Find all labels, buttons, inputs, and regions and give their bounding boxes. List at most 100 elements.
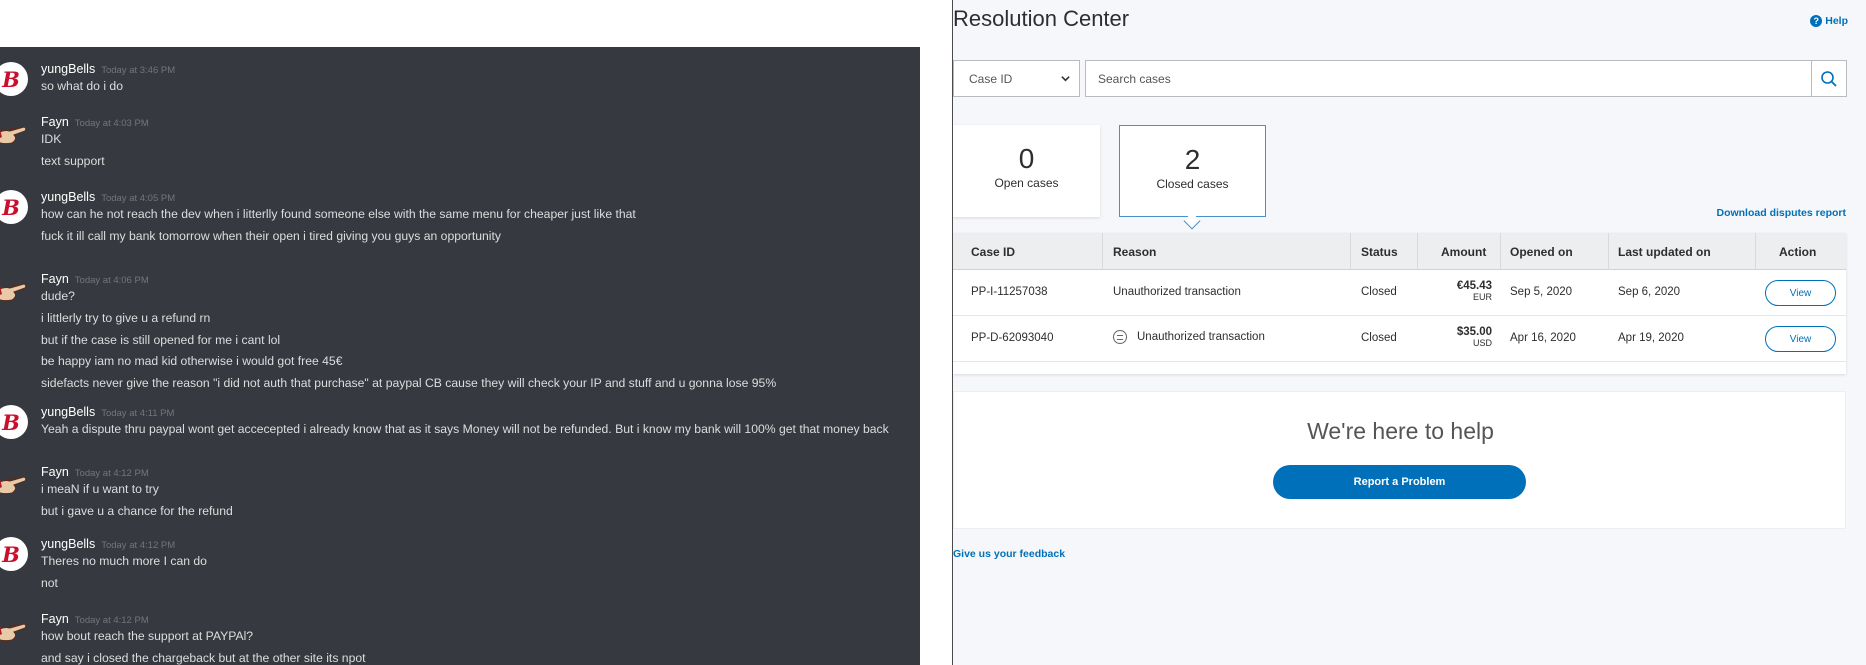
closed-cases-tab[interactable]: 2 Closed cases xyxy=(1119,125,1266,217)
cartoon-hand-icon xyxy=(0,126,27,145)
username-text: Fayn xyxy=(41,272,69,286)
avatar[interactable]: B xyxy=(0,62,28,96)
message-text: Theres no much more I can do xyxy=(41,554,207,568)
message-text: sidefacts never give the reason "i did n… xyxy=(41,376,777,391)
header-last-updated: Last updated on xyxy=(1618,245,1711,259)
username-text: yungBells xyxy=(41,190,96,204)
screen: ByungBells Today at 3:46 PM so what do i d… xyxy=(0,0,1866,665)
header-status: Status xyxy=(1361,245,1398,259)
message-text: how can he not reach the dev when i litt… xyxy=(41,207,636,221)
amount-cell: $35.00 USD xyxy=(1417,326,1492,348)
avatar[interactable] xyxy=(0,465,28,499)
timestamp: Today at 4:03 PM xyxy=(74,118,149,129)
message-text: i meaN if u want to try xyxy=(41,482,159,496)
header-amount: Amount xyxy=(1441,245,1487,259)
message-text: not xyxy=(41,575,58,590)
closed-cases-label: Closed cases xyxy=(1156,177,1229,191)
amount-currency: EUR xyxy=(1472,292,1492,302)
page-title: Resolution Center xyxy=(953,6,1130,31)
column-divider xyxy=(1102,233,1103,270)
username[interactable]: yungBells Today at 4:11 PM xyxy=(41,405,174,419)
username-text: yungBells xyxy=(41,405,96,419)
column-divider xyxy=(1350,233,1351,270)
report-problem-button[interactable]: Report a Problem xyxy=(1273,465,1526,499)
timestamp: Today at 4:12 PM xyxy=(101,540,176,551)
message-text: i littlerly try to give u a refund rn xyxy=(41,310,211,325)
username-text: yungBells xyxy=(41,62,96,76)
view-case-button[interactable]: View xyxy=(1765,326,1836,352)
avatar[interactable]: B xyxy=(0,190,28,224)
message-text: but if the case is still opened for me i… xyxy=(41,332,281,347)
username-text: yungBells xyxy=(41,537,96,551)
case-id-cell: PP-D-62093040 xyxy=(971,332,1054,344)
timestamp: Today at 4:12 PM xyxy=(74,615,149,626)
amount-value: €45.43 xyxy=(1456,280,1492,292)
avatar[interactable] xyxy=(0,272,28,306)
username[interactable]: yungBells Today at 3:46 PM xyxy=(41,62,175,76)
feedback-link[interactable]: Give us your feedback xyxy=(953,548,1065,560)
download-report-link[interactable]: Download disputes report xyxy=(1716,207,1846,219)
reason-cell: Unauthorized transaction xyxy=(1113,286,1241,298)
search-icon xyxy=(1821,70,1837,87)
amount-value: $35.00 xyxy=(1456,326,1492,338)
header-action: Action xyxy=(1779,245,1817,259)
message-text: how bout reach the support at PAYPAl? xyxy=(41,629,254,643)
brand-logo-icon: B xyxy=(2,541,20,567)
help-section: We're here to help Report a Problem xyxy=(953,391,1846,529)
reason-cell-wrap: Unauthorized transaction xyxy=(1113,330,1265,344)
search-button[interactable] xyxy=(1811,60,1847,97)
avatar[interactable]: B xyxy=(0,537,28,571)
column-divider xyxy=(1500,233,1501,270)
search-placeholder: Search cases xyxy=(1098,71,1171,86)
username[interactable]: Fayn Today at 4:12 PM xyxy=(41,612,149,626)
message-icon xyxy=(1113,330,1127,344)
chat-top-bar xyxy=(0,0,920,47)
search-input[interactable]: Search cases xyxy=(1085,60,1813,97)
amount-currency: USD xyxy=(1472,338,1492,348)
header-opened-on: Opened on xyxy=(1510,245,1573,259)
username[interactable]: Fayn Today at 4:12 PM xyxy=(41,465,149,479)
column-divider xyxy=(1417,233,1418,270)
open-cases-tab[interactable]: 0 Open cases xyxy=(953,125,1100,217)
message-text: IDK xyxy=(41,132,62,146)
opened-on-cell: Sep 5, 2020 xyxy=(1510,286,1573,298)
amount-cell: €45.43 EUR xyxy=(1417,280,1492,302)
table-row: PP-I-11257038 Unauthorized transaction C… xyxy=(953,270,1846,316)
case-filter-select[interactable]: Case ID xyxy=(953,60,1080,97)
username[interactable]: yungBells Today at 4:12 PM xyxy=(41,537,175,551)
reason-cell: Unauthorized transaction xyxy=(1137,331,1265,344)
header-case-id: Case ID xyxy=(971,245,1016,259)
timestamp: Today at 4:05 PM xyxy=(101,193,176,204)
message-text: dude? xyxy=(41,289,75,303)
case-filter-value: Case ID xyxy=(969,71,1013,86)
username[interactable]: Fayn Today at 4:06 PM xyxy=(41,272,149,286)
username[interactable]: Fayn Today at 4:03 PM xyxy=(41,115,149,129)
header-reason: Reason xyxy=(1113,245,1157,259)
cartoon-hand-icon xyxy=(0,476,27,495)
opened-on-cell: Apr 16, 2020 xyxy=(1510,332,1576,344)
column-divider xyxy=(1755,233,1756,270)
help-link[interactable]: ? Help xyxy=(1810,15,1848,27)
case-id-cell: PP-I-11257038 xyxy=(971,286,1048,298)
cartoon-hand-icon xyxy=(0,623,27,642)
message-text: so what do i do xyxy=(41,79,123,93)
cases-table: Case ID Reason Status Amount Opened on L… xyxy=(953,233,1846,374)
avatar[interactable] xyxy=(0,115,28,149)
message-text: fuck it ill call my bank tomorrow when t… xyxy=(41,228,501,243)
avatar[interactable] xyxy=(0,612,28,646)
table-row: PP-D-62093040 Unauthorized transaction C… xyxy=(953,316,1846,362)
closed-cases-count: 2 xyxy=(1184,144,1201,175)
timestamp: Today at 4:11 PM xyxy=(101,408,175,419)
help-label: Help xyxy=(1825,15,1848,27)
open-cases-count: 0 xyxy=(1018,143,1035,174)
chat-panel: ByungBells Today at 3:46 PM so what do i d… xyxy=(0,47,920,665)
status-cell: Closed xyxy=(1361,332,1397,344)
status-cell: Closed xyxy=(1361,286,1397,298)
message-text: be happy iam no mad kid otherwise i woul… xyxy=(41,354,343,369)
message-text: Yeah a dispute thru paypal wont get acce… xyxy=(41,422,889,436)
username[interactable]: yungBells Today at 4:05 PM xyxy=(41,190,175,204)
brand-logo-icon: B xyxy=(2,409,20,435)
avatar[interactable]: B xyxy=(0,405,28,439)
message-text: and say i closed the chargeback but at t… xyxy=(41,650,366,665)
view-case-button[interactable]: View xyxy=(1765,280,1836,306)
